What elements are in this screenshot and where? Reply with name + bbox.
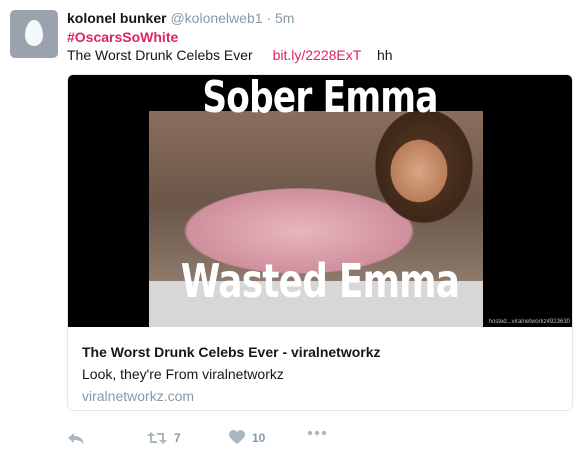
tweet-body-text: The Worst Drunk Celebs Ever [67,47,253,63]
timestamp[interactable]: 5m [275,10,294,26]
card-domain[interactable]: viralnetworkz.com [82,388,194,404]
meme-caption-top: Sober Emma [202,75,438,123]
card-image[interactable]: Sober Emma Wasted Emma hosted...viralnet… [68,75,572,327]
card-title[interactable]: The Worst Drunk Celebs Ever - viralnetwo… [82,344,381,360]
retweet-count: 7 [174,431,181,445]
link-preview-card[interactable]: Sober Emma Wasted Emma hosted...viralnet… [67,74,573,411]
separator: · [266,10,272,26]
display-name[interactable]: kolonel bunker [67,10,167,26]
retweet-button[interactable]: 7 [147,430,181,446]
image-watermark: hosted...viralnetworkz4923630 [488,319,570,325]
meme-caption-bottom: Wasted Emma [180,254,460,308]
more-dots-icon [307,430,327,436]
tweet-header: kolonel bunker @kolonelweb1 · 5m [67,9,294,27]
username-handle[interactable]: @kolonelweb1 [170,10,262,26]
reply-button[interactable] [67,430,85,446]
tweet-url-link[interactable]: bit.ly/2228ExT [273,47,361,63]
tweet-tail-text: hh [376,47,393,63]
reply-icon [68,433,84,444]
tweet-actions: 7 10 [67,430,467,450]
retweet-icon [147,432,167,444]
default-egg-avatar-icon [25,20,43,46]
heart-icon [229,430,245,444]
tweet-text: The Worst Drunk Celebs Ever bit.ly/2228E… [67,46,393,64]
card-description: Look, they're From viralnetworkz [82,366,284,382]
more-options-button[interactable] [307,430,327,436]
like-button[interactable]: 10 [229,430,265,445]
avatar[interactable] [10,10,58,58]
hashtag-link[interactable]: #OscarsSoWhite [67,28,178,46]
like-count: 10 [252,430,266,445]
